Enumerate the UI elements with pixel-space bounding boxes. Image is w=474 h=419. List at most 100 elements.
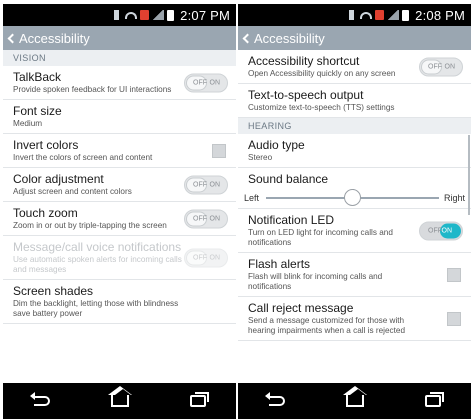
page-title: Accessibility	[254, 30, 325, 46]
sound-balance-slider[interactable]: Left Right	[238, 187, 471, 209]
battery-icon	[167, 9, 175, 21]
list-item-talkback[interactable]: TalkBack Provide spoken feedback for UI …	[3, 66, 236, 100]
toggle-off-label: OFF	[193, 181, 207, 188]
item-subtitle: Use automatic spoken alerts for incoming…	[13, 255, 182, 274]
list-item-font-size[interactable]: Font size Medium	[3, 100, 236, 134]
item-subtitle: Open Accessibility quickly on any screen	[248, 69, 396, 78]
toggle-on-label: ON	[441, 227, 453, 234]
color-adjustment-toggle[interactable]: OFF ON	[184, 175, 228, 194]
section-header: VISION	[3, 50, 236, 66]
status-bar: 2:08 PM	[238, 4, 471, 26]
settings-list[interactable]: VISION TalkBack Provide spoken feedback …	[3, 50, 236, 383]
nav-home-icon[interactable]	[342, 386, 367, 407]
status-bar: 2:07 PM	[3, 4, 236, 26]
toggle-off-label: OFF	[193, 79, 207, 86]
list-item-call-reject-message[interactable]: Call reject message Send a message custo…	[238, 297, 471, 341]
voice-notifications-toggle[interactable]: OFF ON	[184, 248, 228, 267]
list-item-notification-led[interactable]: Notification LED Turn on LED light for i…	[238, 209, 471, 253]
nav-home-icon[interactable]	[107, 386, 132, 407]
toggle-off-label: OFF	[428, 227, 442, 234]
list-item-tts-output[interactable]: Text-to-speech output Customize text-to-…	[238, 84, 471, 118]
list-item-sound-balance: Sound balance	[238, 168, 471, 187]
item-subtitle: Invert the colors of screen and content	[13, 153, 153, 162]
item-subtitle: Dim the backlight, letting those with bl…	[13, 299, 179, 318]
item-subtitle: Adjust screen and content colors	[13, 187, 132, 196]
item-subtitle: Stereo	[248, 153, 273, 162]
notification-icon	[140, 10, 150, 20]
item-title: Notification LED	[248, 213, 335, 227]
list-item-color-adjustment[interactable]: Color adjustment Adjust screen and conte…	[3, 168, 236, 202]
toggle-on-label: ON	[209, 254, 221, 261]
list-item-accessibility-shortcut[interactable]: Accessibility shortcut Open Accessibilit…	[238, 50, 471, 84]
page-title: Accessibility	[19, 30, 90, 46]
item-title: Accessibility shortcut	[248, 54, 360, 68]
item-subtitle: Customize text-to-speech (TTS) settings	[248, 103, 395, 112]
item-subtitle: Flash will blink for incoming calls and …	[248, 272, 383, 291]
mute-icon	[349, 10, 357, 20]
slider-right-label: Right	[443, 193, 465, 203]
nav-back-icon[interactable]	[29, 392, 50, 406]
left-screen: 2:07 PM Accessibility VISION TalkBack Pr…	[3, 0, 236, 419]
item-title: Touch zoom	[13, 206, 78, 220]
nav-back-icon[interactable]	[264, 392, 285, 406]
talkback-toggle[interactable]: OFF ON	[184, 73, 228, 92]
notification-icon	[375, 10, 385, 20]
item-title: Invert colors	[13, 138, 79, 152]
item-title: Flash alerts	[248, 257, 311, 271]
scrollbar[interactable]	[468, 135, 470, 215]
right-screen: 2:08 PM Accessibility Accessibility shor…	[238, 0, 471, 419]
item-subtitle: Send a message customized for those with…	[248, 316, 406, 335]
nav-bar	[238, 383, 471, 419]
toggle-off-label: OFF	[193, 215, 207, 222]
invert-colors-checkbox[interactable]	[212, 143, 226, 158]
settings-list[interactable]: Accessibility shortcut Open Accessibilit…	[238, 50, 471, 383]
list-item-invert-colors[interactable]: Invert colors Invert the colors of scree…	[3, 134, 236, 168]
notification-led-toggle[interactable]: OFF ON	[419, 221, 463, 240]
item-subtitle: Medium	[13, 119, 43, 128]
item-title: TalkBack	[13, 70, 62, 84]
item-title: Text-to-speech output	[248, 88, 364, 102]
item-title: Color adjustment	[13, 172, 104, 186]
toggle-off-label: OFF	[193, 254, 207, 261]
touch-zoom-toggle[interactable]: OFF ON	[184, 209, 228, 228]
nav-recent-icon[interactable]	[424, 392, 444, 407]
back-icon[interactable]	[7, 33, 18, 43]
item-title: Font size	[13, 104, 62, 118]
item-title: Sound balance	[248, 172, 329, 186]
item-subtitle: Turn on LED light for incoming calls and…	[248, 228, 393, 247]
item-title: Message/call voice notifications	[13, 240, 182, 254]
status-time: 2:07 PM	[180, 7, 230, 23]
signal-icon	[387, 10, 400, 20]
nav-bar	[3, 383, 236, 419]
toggle-on-label: ON	[444, 63, 456, 70]
list-item-flash-alerts[interactable]: Flash alerts Flash will blink for incomi…	[238, 253, 471, 297]
item-subtitle: Provide spoken feedback for UI interacti…	[13, 85, 172, 94]
toggle-on-label: ON	[209, 215, 221, 222]
toggle-off-label: OFF	[428, 63, 442, 70]
app-bar[interactable]: Accessibility	[238, 26, 471, 50]
wifi-icon	[360, 11, 373, 19]
item-title: Screen shades	[13, 284, 94, 298]
flash-alerts-checkbox[interactable]	[447, 267, 461, 282]
list-item-audio-type[interactable]: Audio type Stereo	[238, 134, 471, 168]
item-title: Call reject message	[248, 301, 354, 315]
list-item-voice-notifications[interactable]: Message/call voice notifications Use aut…	[3, 236, 236, 280]
list-item-screen-shades[interactable]: Screen shades Dim the backlight, letting…	[3, 280, 236, 324]
mute-icon	[114, 10, 122, 20]
list-item-touch-zoom[interactable]: Touch zoom Zoom in or out by triple-tapp…	[3, 202, 236, 236]
nav-recent-icon[interactable]	[189, 392, 209, 407]
signal-icon	[152, 10, 165, 20]
app-bar[interactable]: Accessibility	[3, 26, 236, 50]
section-header: HEARING	[238, 118, 471, 134]
toggle-on-label: ON	[209, 79, 221, 86]
call-reject-checkbox[interactable]	[447, 311, 461, 326]
accessibility-shortcut-toggle[interactable]: OFF ON	[419, 57, 463, 76]
item-title: Audio type	[248, 138, 305, 152]
back-icon[interactable]	[242, 33, 253, 43]
slider-left-label: Left	[244, 193, 260, 203]
battery-icon	[402, 9, 410, 21]
wifi-icon	[125, 11, 138, 19]
slider-thumb[interactable]	[343, 189, 361, 206]
status-time: 2:08 PM	[415, 7, 465, 23]
item-subtitle: Zoom in or out by triple-tapping the scr…	[13, 221, 167, 230]
